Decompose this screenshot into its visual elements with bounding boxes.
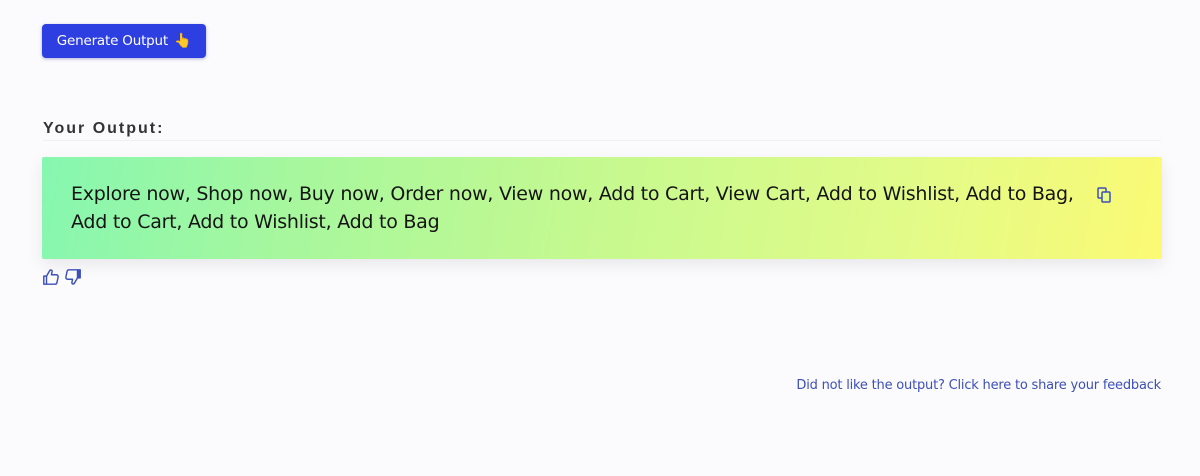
output-text: Explore now, Shop now, Buy now, Order no… xyxy=(71,183,1074,233)
copy-icon[interactable] xyxy=(1097,187,1111,203)
output-heading: Your Output: xyxy=(43,120,165,137)
feedback-link[interactable]: Did not like the output? Click here to s… xyxy=(796,378,1161,393)
page: Generate Output 👆 Your Output: Explore n… xyxy=(0,0,1200,476)
generate-output-label: Generate Output xyxy=(56,33,168,49)
output-box: Explore now, Shop now, Buy now, Order no… xyxy=(42,157,1162,259)
generate-output-button[interactable]: Generate Output 👆 xyxy=(42,24,206,58)
thumbs-down-icon[interactable] xyxy=(64,268,82,286)
thumbs-up-icon[interactable] xyxy=(42,268,60,286)
pointing-hand-icon: 👆 xyxy=(174,33,192,49)
heading-divider xyxy=(43,140,1161,141)
